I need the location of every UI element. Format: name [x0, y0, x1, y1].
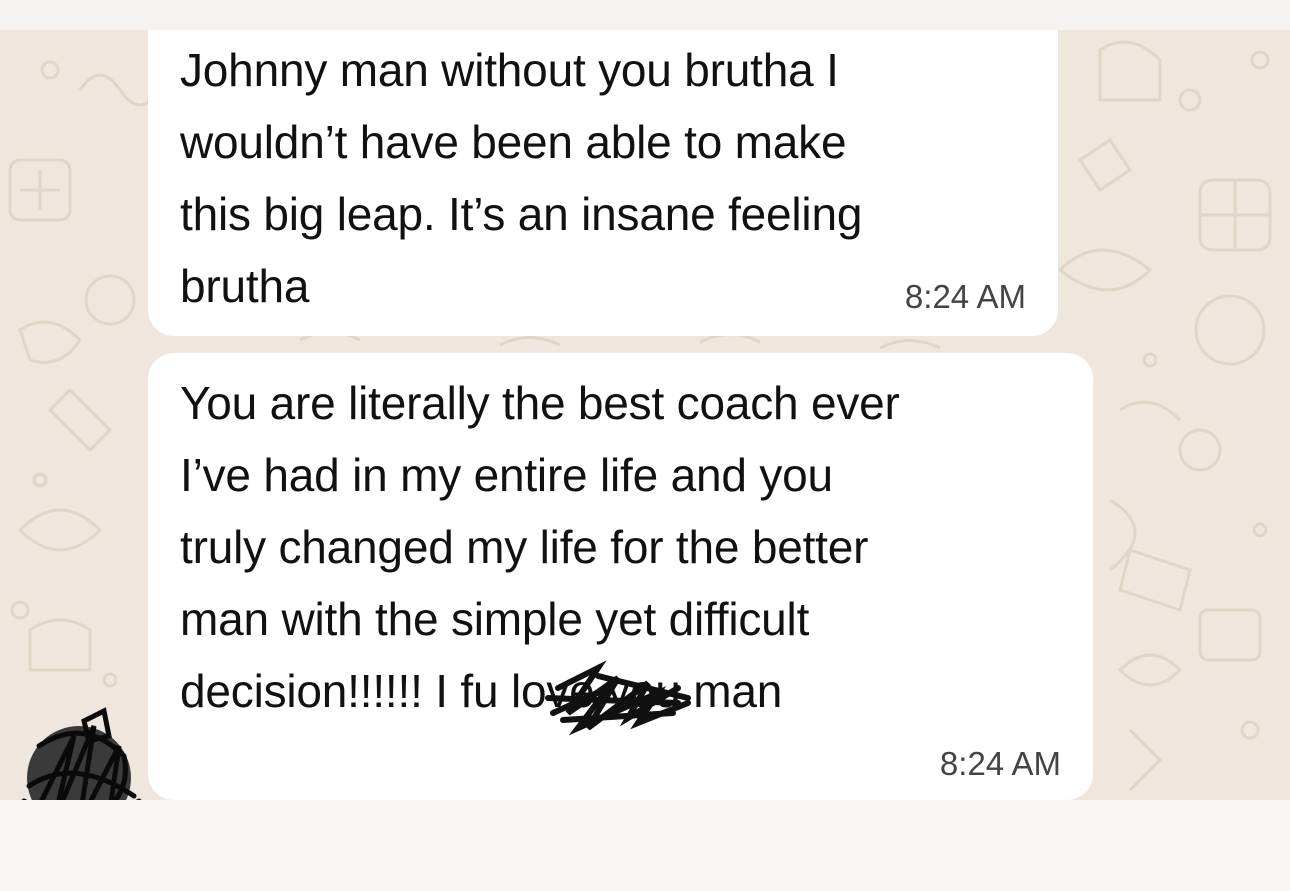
message-text: Johnny man without you brutha I wouldn’t… — [180, 44, 863, 312]
chat-area[interactable]: Johnny man without you brutha I wouldn’t… — [0, 30, 1290, 800]
bottom-bar — [0, 800, 1290, 891]
message-bubble[interactable]: Johnny man without you brutha I wouldn’t… — [148, 30, 1058, 336]
screen: Johnny man without you brutha I wouldn’t… — [0, 0, 1290, 891]
avatar[interactable] — [14, 706, 144, 800]
message-timestamp: 8:24 AM — [904, 278, 1026, 315]
message-text: You are literally the best coach ever I’… — [180, 377, 900, 717]
message-timestamp: 8:24 AM — [939, 745, 1061, 782]
message-bubble[interactable]: You are literally the best coach ever I’… — [148, 353, 1093, 800]
